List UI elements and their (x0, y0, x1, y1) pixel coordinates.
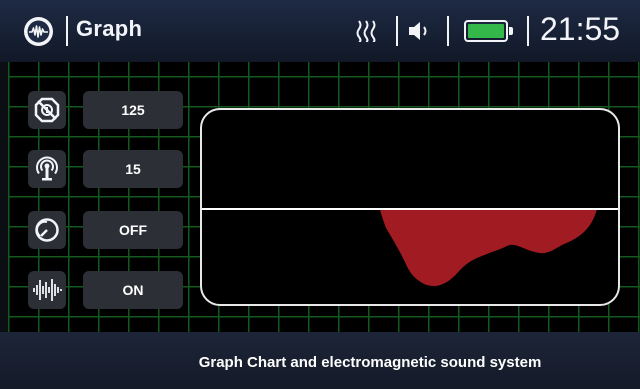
header-divider (66, 16, 68, 46)
signal-waves-icon (356, 20, 376, 42)
ground-balance-value[interactable]: 125 (83, 91, 183, 129)
page-title: Graph (76, 16, 143, 41)
signal-graph (202, 208, 618, 287)
footer-caption: Graph Chart and electromagnetic sound sy… (198, 354, 542, 371)
waveform-circle-icon[interactable] (24, 17, 53, 46)
bottom-bar: Graph Chart and electromagnetic sound sy… (0, 332, 640, 389)
header-divider (447, 16, 449, 46)
sound-wave-icon[interactable] (28, 271, 66, 309)
signal-level-value[interactable]: 15 (83, 150, 183, 188)
signal-waveform-shape (380, 209, 597, 287)
top-bar: Graph 21:55 (0, 0, 640, 62)
speaker-icon[interactable] (408, 20, 434, 42)
battery-icon (464, 20, 513, 42)
ground-balance-icon[interactable] (28, 91, 66, 129)
sound-mode-value[interactable]: ON (83, 271, 183, 309)
antenna-signal-icon[interactable] (28, 150, 66, 188)
header-divider (527, 16, 529, 46)
signal-graph-panel (200, 108, 620, 306)
detector-screen: Graph 21:55 125 15 OFF ON Graph Chart an… (0, 0, 640, 389)
clock: 21:55 (540, 11, 621, 47)
rotation-mode-value[interactable]: OFF (83, 211, 183, 249)
rotation-dial-icon[interactable] (28, 211, 66, 249)
header-divider (396, 16, 398, 46)
